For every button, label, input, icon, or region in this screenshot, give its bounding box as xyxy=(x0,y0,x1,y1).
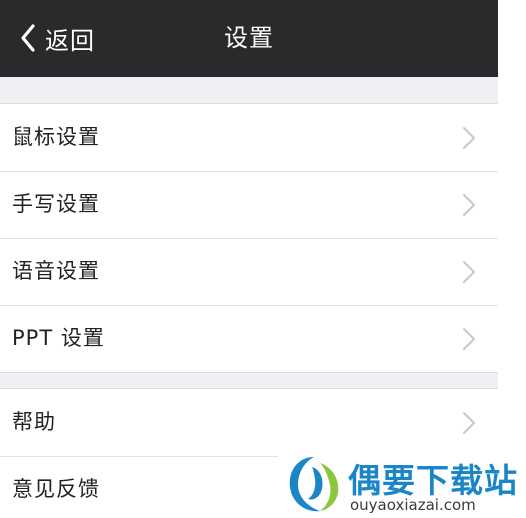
watermark-url: ouyaoxiazai.com xyxy=(350,496,476,514)
chevron-right-icon xyxy=(463,412,475,434)
back-button[interactable]: 返回 xyxy=(16,18,95,58)
settings-row-handwriting[interactable]: 手写设置 xyxy=(0,171,498,238)
watermark-logo-icon xyxy=(289,457,339,512)
row-label: 鼠标设置 xyxy=(12,125,100,149)
chevron-right-icon xyxy=(463,261,475,283)
row-label: 帮助 xyxy=(12,410,56,434)
row-label: 意见反馈 xyxy=(12,477,100,501)
row-label: PPT 设置 xyxy=(12,326,105,350)
settings-row-ppt[interactable]: PPT 设置 xyxy=(0,305,498,372)
side-margin xyxy=(498,0,526,518)
settings-row-mouse[interactable]: 鼠标设置 xyxy=(0,104,498,171)
row-label: 手写设置 xyxy=(12,192,100,216)
settings-screen: 设置 返回 鼠标设置 手写设置 语音设置 PPT 设置 帮助 意见反馈 xyxy=(0,0,498,518)
back-label: 返回 xyxy=(45,26,95,55)
watermark: 偶要下载站 ouyaoxiazai.com xyxy=(278,450,526,518)
chevron-right-icon xyxy=(463,194,475,216)
watermark-title: 偶要下载站 xyxy=(348,461,518,500)
chevron-right-icon xyxy=(463,328,475,350)
chevron-right-icon xyxy=(463,127,475,149)
settings-row-help[interactable]: 帮助 xyxy=(0,389,498,456)
settings-group-main: 鼠标设置 手写设置 语音设置 PPT 设置 xyxy=(0,103,498,373)
navigation-bar: 设置 返回 xyxy=(0,0,498,77)
row-label: 语音设置 xyxy=(12,259,100,283)
settings-row-voice[interactable]: 语音设置 xyxy=(0,238,498,305)
chevron-left-icon xyxy=(16,18,40,58)
